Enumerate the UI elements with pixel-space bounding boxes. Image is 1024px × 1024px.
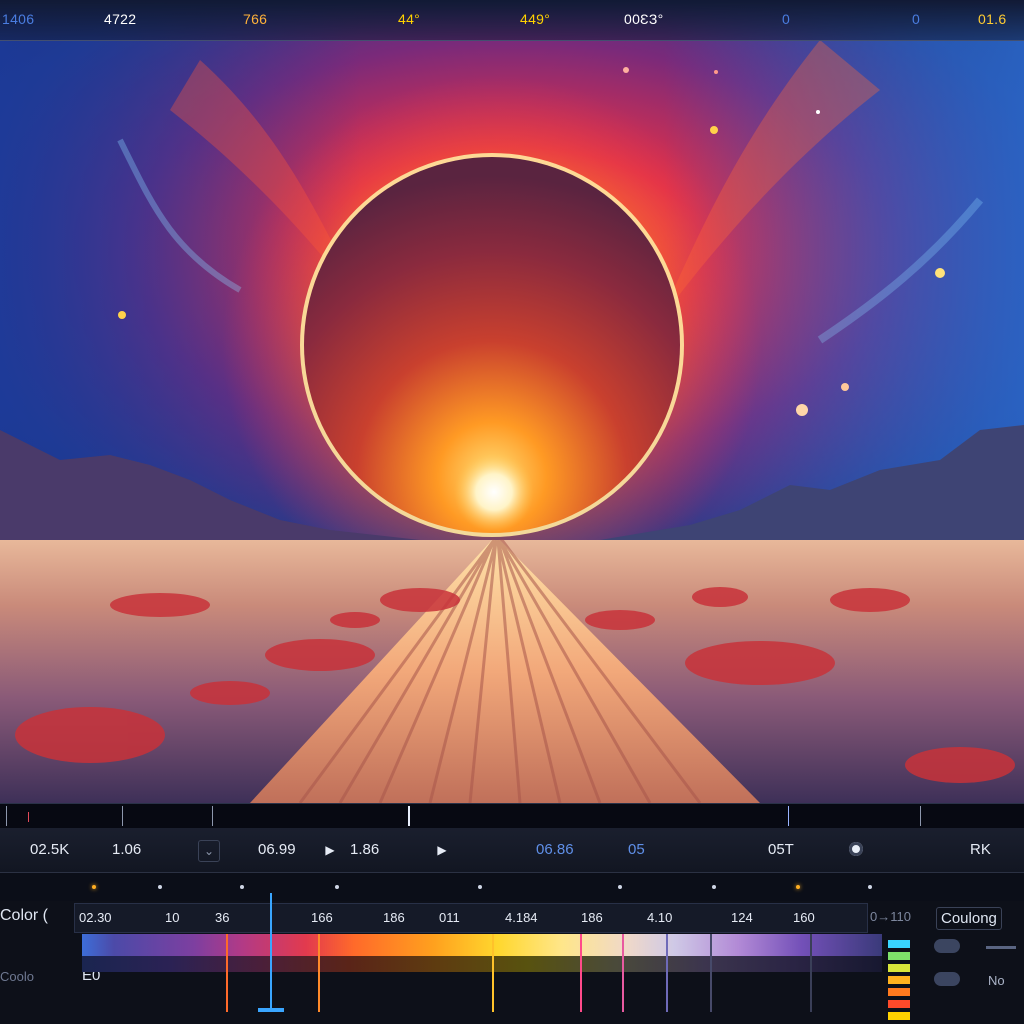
- scrub-marker[interactable]: [28, 812, 29, 822]
- readout-3: 44°: [398, 11, 421, 27]
- value-a: 1.06: [112, 841, 142, 858]
- scrub-bar[interactable]: [0, 803, 1024, 829]
- track-number: 124: [731, 910, 753, 925]
- readout-6: 0: [782, 11, 791, 27]
- value-b: 06.99: [258, 841, 296, 858]
- readout-1: 4722: [104, 11, 137, 27]
- toggle-switch[interactable]: [934, 939, 960, 953]
- ruler-tick-dot: [712, 885, 716, 889]
- play-button[interactable]: ▶: [432, 840, 452, 860]
- track-number: 4.10: [647, 910, 673, 925]
- ruler-tick-dot: [868, 885, 872, 889]
- track-number: 4.184: [505, 910, 538, 925]
- track-number-header[interactable]: 02.30 10 36 166 186 011 4.184 186 4.10 1…: [74, 903, 868, 933]
- toggle-switch[interactable]: [934, 972, 960, 986]
- scrub-marker[interactable]: [212, 806, 213, 826]
- color-coding-button[interactable]: Coulong: [936, 907, 1002, 930]
- gradient-stop[interactable]: [710, 934, 712, 1012]
- ruler-keyframe-dot[interactable]: [796, 885, 800, 889]
- color-gradient-track[interactable]: [82, 934, 882, 956]
- color-gradient-lower-track[interactable]: [82, 956, 882, 972]
- track-number: 186: [383, 910, 405, 925]
- track-number: 10: [165, 910, 180, 925]
- slider-track[interactable]: [986, 946, 1016, 949]
- scrub-marker[interactable]: [788, 806, 789, 826]
- readout-2: 766: [243, 11, 268, 27]
- track-number: 186: [581, 910, 603, 925]
- gradient-stop[interactable]: [666, 934, 668, 1012]
- gradient-stop[interactable]: [318, 934, 320, 1012]
- track-number: 160: [793, 910, 815, 925]
- transport-bar: 02.5K 1.06 ⌄ 06.99 ▶ 1.86 ▶ 06.86 05 05T…: [0, 828, 1024, 873]
- value-far-right: RK: [970, 841, 991, 858]
- timecode-left: 02.5K: [30, 841, 70, 858]
- color-swatch-stack: [888, 940, 912, 1024]
- color-panel-sub-label: Coolo: [0, 969, 34, 984]
- readout-8: 01.6: [978, 11, 1007, 27]
- ruler-keyframe-dot[interactable]: [92, 885, 96, 889]
- ruler-tick-dot: [240, 885, 244, 889]
- gradient-stop[interactable]: [226, 934, 228, 1012]
- track-number: 02.30: [79, 910, 112, 925]
- track-range-label: 0→110: [870, 909, 911, 924]
- timeline-ruler[interactable]: [0, 873, 1024, 901]
- eclipse-desert-image: [0, 0, 1024, 803]
- play-small-icon[interactable]: ▶: [320, 840, 340, 860]
- readout-4: 449°: [520, 11, 551, 27]
- step-back-button[interactable]: ⌄: [198, 840, 220, 862]
- ruler-tick-dot: [335, 885, 339, 889]
- readout-7: 0: [912, 11, 921, 27]
- track-number: 011: [439, 910, 460, 925]
- color-swatch[interactable]: [888, 976, 910, 984]
- ruler-tick-dot: [618, 885, 622, 889]
- playhead-handle[interactable]: [258, 1008, 284, 1012]
- preview-viewport[interactable]: [0, 0, 1024, 803]
- color-panel: Color ( Coolo E0 02.30 10 36 166 186 011…: [0, 901, 1024, 1024]
- gradient-stop[interactable]: [810, 934, 812, 1012]
- gradient-stop[interactable]: [492, 934, 494, 1012]
- readout-0: 1406: [2, 11, 35, 27]
- color-swatch[interactable]: [888, 964, 910, 972]
- timeline-playhead[interactable]: [270, 893, 272, 1011]
- track-number: 166: [311, 910, 333, 925]
- gradient-stop[interactable]: [622, 934, 624, 1012]
- record-button[interactable]: [849, 842, 863, 856]
- gradient-stop[interactable]: [580, 934, 582, 1012]
- track-number: 36: [215, 910, 230, 925]
- value-blue-a: 06.86: [536, 841, 574, 858]
- scrub-marker[interactable]: [122, 806, 123, 826]
- readout-5: 00ƐЗ°: [624, 11, 664, 27]
- scrub-playhead[interactable]: [408, 806, 410, 826]
- value-c: 1.86: [350, 841, 380, 858]
- color-swatch[interactable]: [888, 988, 910, 996]
- scrub-marker[interactable]: [920, 806, 921, 826]
- scrub-marker[interactable]: [6, 806, 7, 826]
- value-blue-b: 05: [628, 841, 645, 858]
- toggle-no-label: No: [988, 973, 1005, 988]
- ruler-tick-dot: [158, 885, 162, 889]
- color-swatch[interactable]: [888, 940, 910, 948]
- color-swatch[interactable]: [888, 1000, 910, 1008]
- color-swatch[interactable]: [888, 1012, 910, 1020]
- ruler-tick-dot: [478, 885, 482, 889]
- value-right: 05T: [768, 841, 794, 858]
- top-readout-strip: 1406 4722 766 44° 449° 00ƐЗ° 0 0 01.6: [0, 0, 1024, 41]
- color-swatch[interactable]: [888, 952, 910, 960]
- color-panel-label: Color (: [0, 907, 49, 924]
